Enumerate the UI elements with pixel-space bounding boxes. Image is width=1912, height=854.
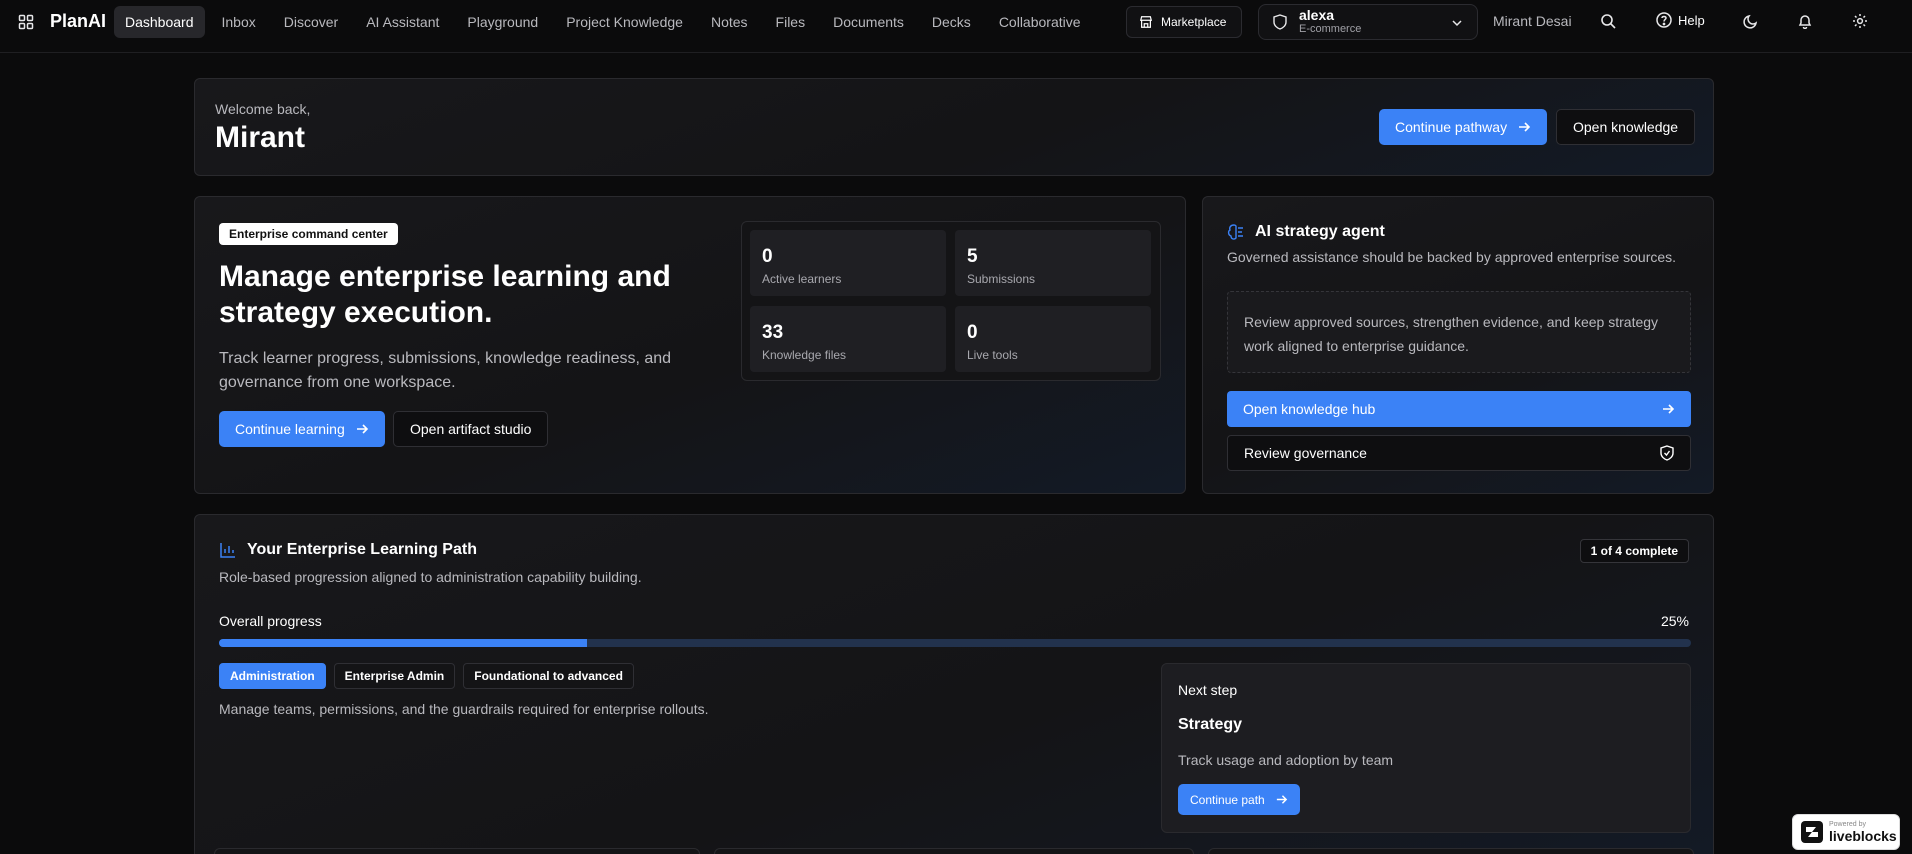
liveblocks-name: liveblocks <box>1829 827 1897 844</box>
apps-grid-icon[interactable] <box>18 14 34 30</box>
lower-card <box>714 848 1194 854</box>
progress-bar-fill <box>219 639 587 647</box>
shield-check-icon <box>1660 445 1674 461</box>
nav-inbox[interactable]: Inbox <box>211 6 267 38</box>
stat-label: Active learners <box>762 272 842 286</box>
chevron-down-icon <box>1451 17 1463 29</box>
ai-strategy-agent-card: AI strategy agent Governed assistance sh… <box>1202 196 1714 494</box>
tag-administration[interactable]: Administration <box>219 663 326 689</box>
workspace-type: E-commerce <box>1299 23 1362 35</box>
help-label: Help <box>1678 12 1705 28</box>
marketplace-label: Marketplace <box>1161 15 1227 29</box>
nav-playground[interactable]: Playground <box>456 6 549 38</box>
command-center-badge: Enterprise command center <box>219 223 398 245</box>
agent-note-box: Review approved sources, strengthen evid… <box>1227 291 1691 373</box>
liveblocks-logo-icon <box>1801 821 1823 843</box>
stat-label: Submissions <box>967 272 1036 286</box>
review-governance-label: Review governance <box>1244 445 1367 461</box>
top-navigation-bar: PlanAI Dashboard Inbox Discover AI Assis… <box>0 0 1912 53</box>
stat-live-tools: 0 Live tools <box>955 306 1151 372</box>
stat-value: 0 <box>762 246 773 267</box>
nav-project-knowledge[interactable]: Project Knowledge <box>555 6 694 38</box>
progress-bar <box>219 639 1691 647</box>
nav-ai-assistant[interactable]: AI Assistant <box>355 6 450 38</box>
stat-label: Live tools <box>967 348 1018 362</box>
next-step-description: Track usage and adoption by team <box>1178 752 1394 768</box>
nav-decks[interactable]: Decks <box>921 6 982 38</box>
continue-pathway-button[interactable]: Continue pathway <box>1379 109 1548 145</box>
agent-note: Review approved sources, strengthen evid… <box>1244 314 1659 354</box>
next-step-label: Next step <box>1178 682 1238 698</box>
stat-label: Knowledge files <box>762 348 847 362</box>
next-step-title: Strategy <box>1178 716 1243 733</box>
stat-value: 0 <box>967 322 978 343</box>
stat-value: 5 <box>967 246 978 267</box>
arrow-right-icon <box>1275 793 1288 806</box>
help-button[interactable]: Help <box>1656 12 1705 28</box>
workspace-name: alexa <box>1299 7 1335 23</box>
tag-enterprise-admin[interactable]: Enterprise Admin <box>333 663 456 689</box>
bell-icon[interactable] <box>1797 13 1815 31</box>
workspace-switcher[interactable]: alexa E-commerce <box>1258 4 1478 40</box>
lower-card <box>1208 848 1694 854</box>
welcome-greeting: Welcome back, <box>215 101 311 117</box>
continue-pathway-label: Continue pathway <box>1395 119 1508 135</box>
marketplace-button[interactable]: Marketplace <box>1126 6 1242 38</box>
overall-progress-percent: 25% <box>1660 613 1689 629</box>
learning-path-card: Your Enterprise Learning Path Role-based… <box>194 514 1714 854</box>
gear-icon[interactable] <box>1852 13 1870 31</box>
brand-logo[interactable]: PlanAI <box>50 11 106 32</box>
nav-discover[interactable]: Discover <box>273 6 349 38</box>
agent-subtitle: Governed assistance should be backed by … <box>1227 249 1677 265</box>
command-center-description: Track learner progress, submissions, kno… <box>219 350 672 391</box>
bar-chart-icon <box>219 541 237 559</box>
command-center-heading: Manage enterprise learning and strategy … <box>219 260 671 329</box>
overall-progress-label: Overall progress <box>219 613 322 629</box>
stat-submissions: 5 Submissions <box>955 230 1151 296</box>
continue-learning-label: Continue learning <box>235 421 345 437</box>
open-knowledge-hub-label: Open knowledge hub <box>1243 401 1376 417</box>
agent-title: AI strategy agent <box>1255 223 1385 240</box>
stat-value: 33 <box>762 322 784 343</box>
next-step-panel: Next step Strategy Track usage and adopt… <box>1161 663 1691 833</box>
welcome-card: Welcome back, Mirant Continue pathway Op… <box>194 78 1714 176</box>
main-nav: Dashboard Inbox Discover AI Assistant Pl… <box>114 6 1098 38</box>
open-artifact-studio-button[interactable]: Open artifact studio <box>393 411 549 447</box>
review-governance-button[interactable]: Review governance <box>1227 435 1691 471</box>
shield-icon <box>1273 14 1287 30</box>
stat-knowledge-files: 33 Knowledge files <box>750 306 946 372</box>
open-knowledge-button[interactable]: Open knowledge <box>1556 109 1696 145</box>
stats-panel: 0 Active learners 5 Submissions 33 Knowl… <box>741 221 1161 381</box>
command-center-card: Enterprise command center Manage enterpr… <box>194 196 1186 494</box>
stat-active-learners: 0 Active learners <box>750 230 946 296</box>
nav-notes[interactable]: Notes <box>700 6 759 38</box>
learning-path-title: Your Enterprise Learning Path <box>247 541 477 558</box>
nav-dashboard[interactable]: Dashboard <box>114 6 205 38</box>
continue-path-label: Continue path <box>1190 792 1265 807</box>
brain-icon <box>1227 223 1245 241</box>
arrow-right-icon <box>355 422 369 436</box>
path-tags: Administration Enterprise Admin Foundati… <box>219 663 634 689</box>
continue-path-button[interactable]: Continue path <box>1178 784 1300 815</box>
completion-badge: 1 of 4 complete <box>1579 539 1689 563</box>
arrow-right-icon <box>1517 120 1531 134</box>
nav-documents[interactable]: Documents <box>822 6 915 38</box>
arrow-right-icon <box>1661 402 1675 416</box>
learning-path-subtitle: Role-based progression aligned to admini… <box>219 569 642 585</box>
moon-icon[interactable] <box>1743 13 1761 31</box>
continue-learning-button[interactable]: Continue learning <box>219 411 385 447</box>
learning-path-description: Manage teams, permissions, and the guard… <box>219 701 709 717</box>
nav-collaborative[interactable]: Collaborative <box>988 6 1092 38</box>
tag-level[interactable]: Foundational to advanced <box>463 663 634 689</box>
nav-files[interactable]: Files <box>765 6 817 38</box>
search-icon[interactable] <box>1600 13 1618 31</box>
user-name[interactable]: Mirant Desai <box>1493 13 1572 29</box>
open-knowledge-hub-button[interactable]: Open knowledge hub <box>1227 391 1691 427</box>
welcome-user-name: Mirant <box>215 121 305 154</box>
liveblocks-badge[interactable]: Powered by liveblocks <box>1792 814 1900 850</box>
lower-card <box>214 848 700 854</box>
help-circle-icon <box>1656 12 1672 28</box>
store-icon <box>1139 15 1153 29</box>
